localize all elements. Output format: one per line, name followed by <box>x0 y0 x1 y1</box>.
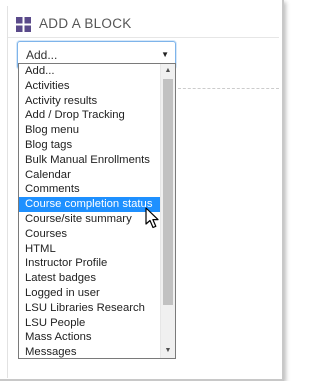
dropdown-option[interactable]: Latest badges <box>19 271 160 286</box>
screenshot-frame: ADD A BLOCK Add... ▼ Add... Activities Act… <box>0 0 284 381</box>
dropdown-option[interactable]: Logged in user <box>19 286 160 301</box>
dropdown-option[interactable]: Calendar <box>19 168 160 183</box>
block-header: ADD A BLOCK <box>8 6 279 38</box>
dropdown-option[interactable]: Course/site summary <box>19 212 160 227</box>
scroll-up-arrow-icon[interactable]: ▲ <box>161 64 175 78</box>
dropdown-option[interactable]: Blog menu <box>19 123 160 138</box>
dropdown-option[interactable]: Instructor Profile <box>19 256 160 271</box>
dropdown-option[interactable]: Bulk Manual Enrollments <box>19 153 160 168</box>
dropdown-option[interactable]: Messages <box>19 345 160 358</box>
block-title: ADD A BLOCK <box>39 16 132 31</box>
dropdown-option[interactable]: Add / Drop Tracking <box>19 108 160 123</box>
dropdown-options: Add... Activities Activity results Add / Dr… <box>19 64 160 358</box>
dropdown-option[interactable]: Course completion status <box>19 197 160 212</box>
scroll-down-arrow-icon[interactable]: ▼ <box>161 344 175 358</box>
dropdown-scrollbar[interactable]: ▲ ▼ <box>160 64 175 358</box>
dropdown-option[interactable]: Courses <box>19 227 160 242</box>
blocks-grid-icon <box>16 17 31 32</box>
dropdown-option[interactable]: LSU People <box>19 316 160 331</box>
dropdown-option[interactable]: Mass Actions <box>19 330 160 345</box>
dropdown-option[interactable]: LSU Libraries Research <box>19 301 160 316</box>
caret-down-icon: ▼ <box>161 50 169 59</box>
dropdown-option[interactable]: HTML <box>19 242 160 257</box>
scroll-thumb[interactable] <box>163 79 173 305</box>
dropdown-option[interactable]: Comments <box>19 182 160 197</box>
dropdown-option[interactable]: Blog tags <box>19 138 160 153</box>
dropdown-option[interactable]: Activities <box>19 79 160 94</box>
mouse-cursor-icon <box>145 207 159 229</box>
block-divider <box>178 88 279 89</box>
dropdown-option[interactable]: Activity results <box>19 94 160 109</box>
dropdown-option[interactable]: Add... <box>19 64 160 79</box>
select-value: Add... <box>26 48 58 62</box>
